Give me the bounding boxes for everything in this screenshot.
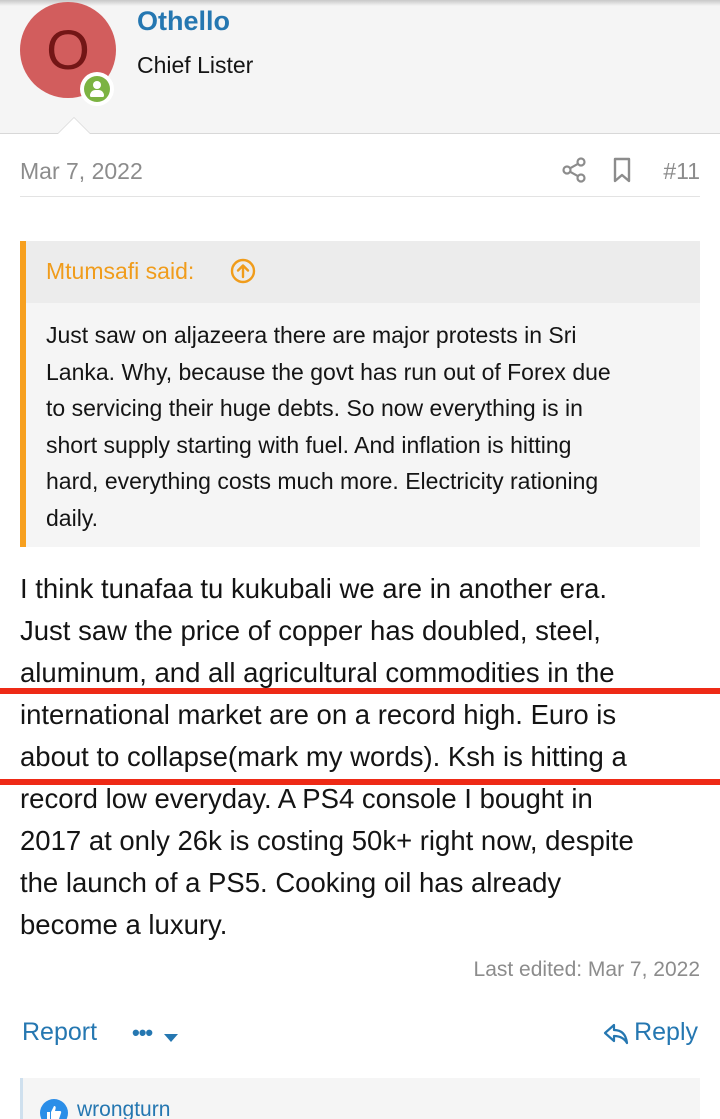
user-header: O Othello Chief Lister <box>0 0 720 134</box>
body-line: I think tunafaa tu kukubali we are in an… <box>20 573 608 604</box>
post-actions: Report ••• Reply <box>22 1016 698 1056</box>
quote-header[interactable]: Mtumsafi said: <box>26 241 700 303</box>
quote-line: to servicing their huge debts. So now ev… <box>46 395 583 421</box>
quote-line: Lanka. Why, because the govt has run out… <box>46 358 611 385</box>
reply-icon[interactable] <box>602 1021 630 1047</box>
body-line: international market are on a record hig… <box>20 699 617 730</box>
reactions-bar[interactable]: wrongturn <box>20 1078 700 1119</box>
quote-line: Just saw on aljazeera there are major pr… <box>46 322 577 348</box>
last-edited: Last edited: Mar 7, 2022 <box>473 958 700 981</box>
quote-block: Mtumsafi said: Just saw on aljazeera the… <box>20 241 700 547</box>
username[interactable]: Othello <box>137 6 230 37</box>
top-shadow <box>0 0 720 6</box>
highlight-line-bottom <box>0 779 720 785</box>
divider <box>20 196 700 197</box>
user-icon <box>84 76 110 102</box>
post-date[interactable]: Mar 7, 2022 <box>20 158 143 185</box>
like-icon <box>40 1099 68 1119</box>
body-line: Just saw the price of copper has doubled… <box>20 615 601 646</box>
chevron-down-icon <box>164 1034 178 1042</box>
more-dots: ••• <box>132 1020 153 1045</box>
body-line: become a luxury. <box>20 909 228 940</box>
highlight-line-top <box>0 688 720 694</box>
quote-body: Just saw on aljazeera there are major pr… <box>46 317 686 536</box>
share-icon[interactable] <box>560 156 588 184</box>
body-line: the launch of a PS5. Cooking oil has alr… <box>20 867 562 898</box>
quote-line: daily. <box>46 504 98 531</box>
more-menu-button[interactable]: ••• <box>132 1020 182 1050</box>
arrow-up-circle-icon[interactable] <box>230 258 256 284</box>
post-meta: Mar 7, 2022 #11 <box>20 156 700 196</box>
pointer <box>58 118 90 134</box>
body-line: 2017 at only 26k is costing 50k+ right n… <box>20 825 634 856</box>
quote-author[interactable]: Mtumsafi said: <box>46 258 194 285</box>
user-title: Chief Lister <box>137 52 254 78</box>
body-line: about to collapse(mark my words). Ksh is… <box>20 741 627 772</box>
report-button[interactable]: Report <box>22 1018 97 1047</box>
quote-line: short supply starting with fuel. And inf… <box>46 431 572 458</box>
reactions-user-link[interactable]: wrongturn <box>77 1098 170 1119</box>
quote-line: hard, everything costs much more. Electr… <box>46 468 599 494</box>
post-body: I think tunafaa tu kukubali we are in an… <box>20 568 710 946</box>
post-number[interactable]: #11 <box>663 158 700 185</box>
reply-button[interactable]: Reply <box>634 1018 698 1047</box>
online-badge <box>80 72 114 106</box>
bookmark-icon[interactable] <box>609 156 635 184</box>
